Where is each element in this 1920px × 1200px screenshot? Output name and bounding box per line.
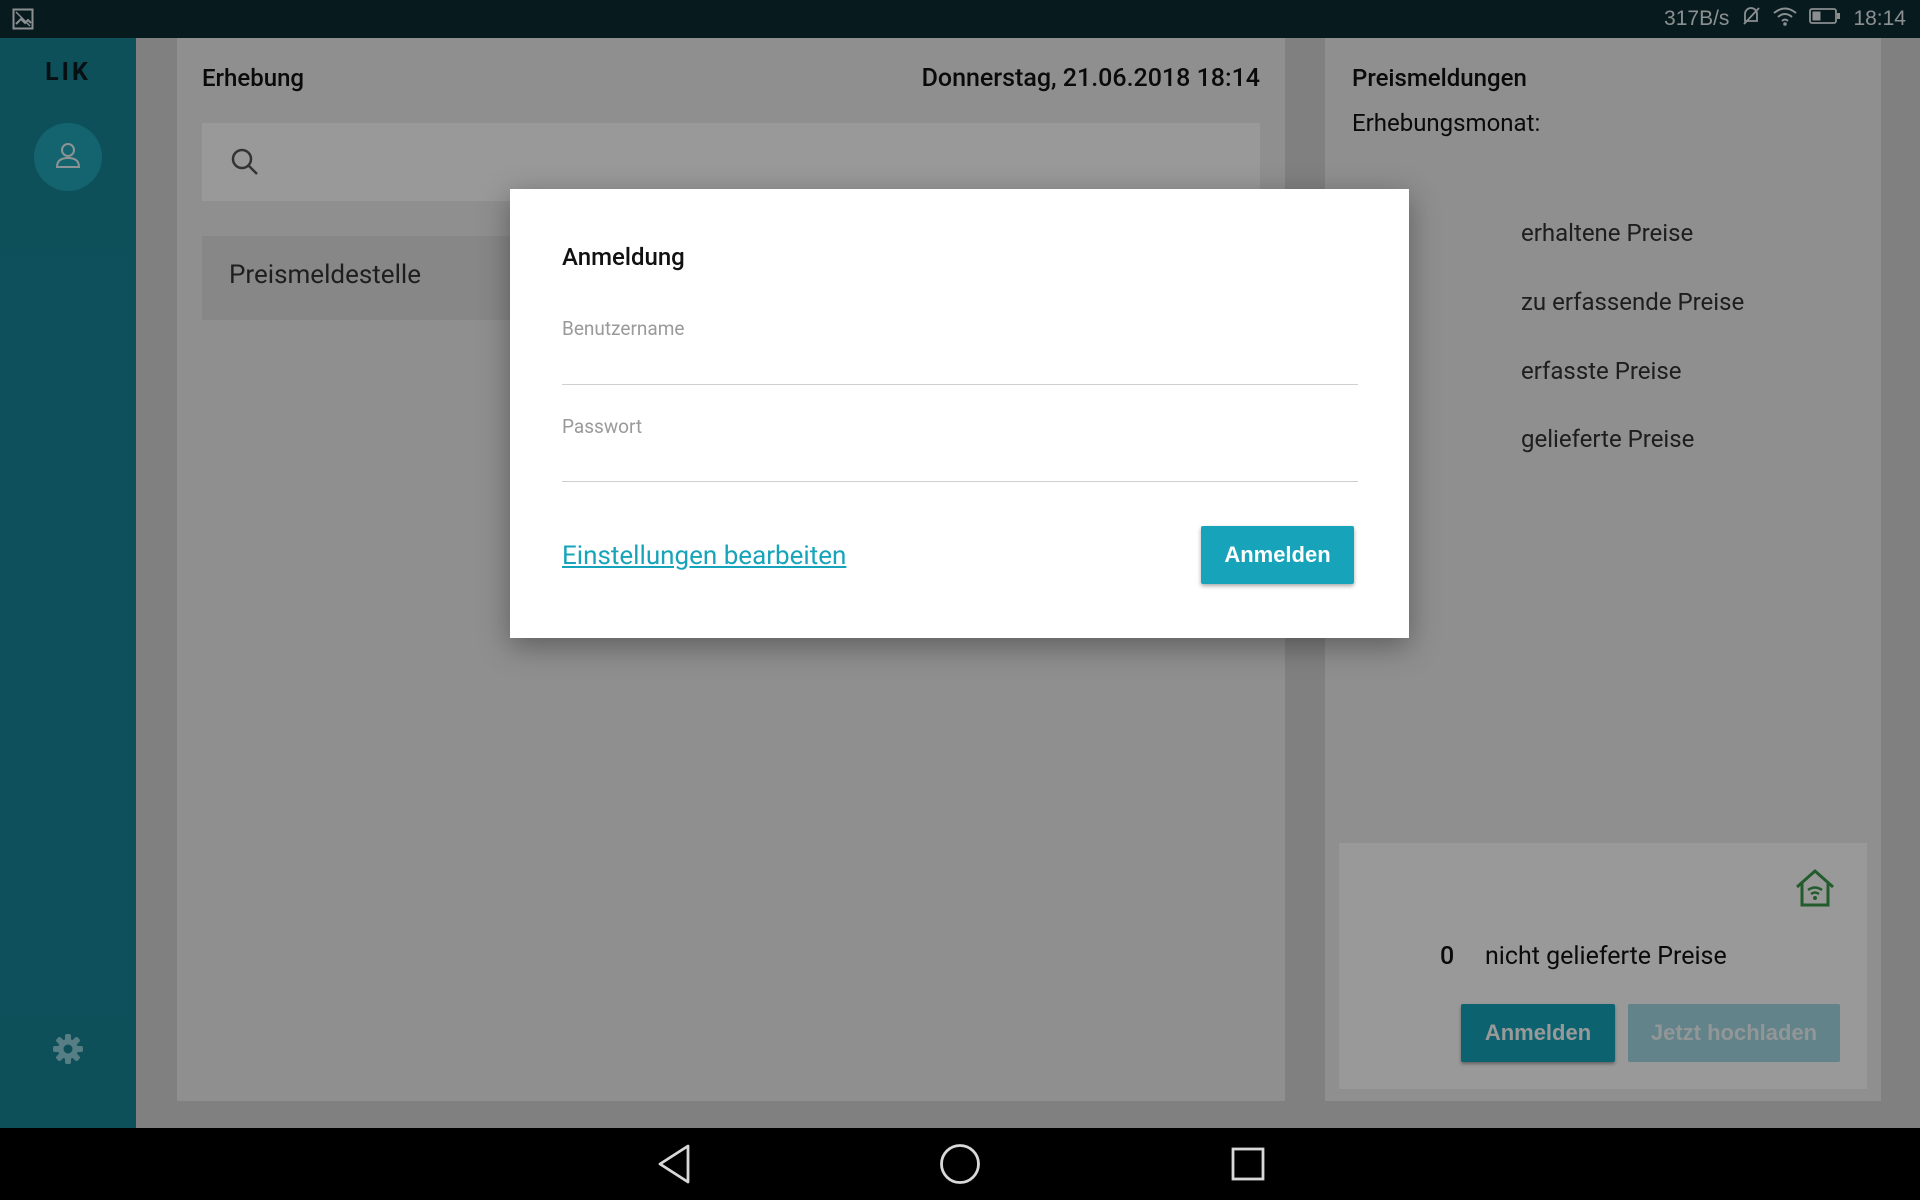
recents-icon[interactable] <box>1228 1142 1268 1190</box>
navigation-bar <box>0 1128 1920 1200</box>
dialog-login-button[interactable]: Anmelden <box>1201 526 1354 584</box>
edit-settings-link[interactable]: Einstellungen bearbeiten <box>562 541 846 571</box>
login-dialog: Anmeldung Benutzername Passwort Einstell… <box>510 189 1409 638</box>
dialog-title: Anmeldung <box>562 243 685 271</box>
password-label: Passwort <box>562 415 643 438</box>
username-label: Benutzername <box>562 317 685 340</box>
password-field[interactable] <box>562 443 1358 482</box>
username-field[interactable] <box>562 346 1358 385</box>
home-icon[interactable] <box>938 1142 982 1190</box>
back-icon[interactable] <box>654 1142 694 1190</box>
